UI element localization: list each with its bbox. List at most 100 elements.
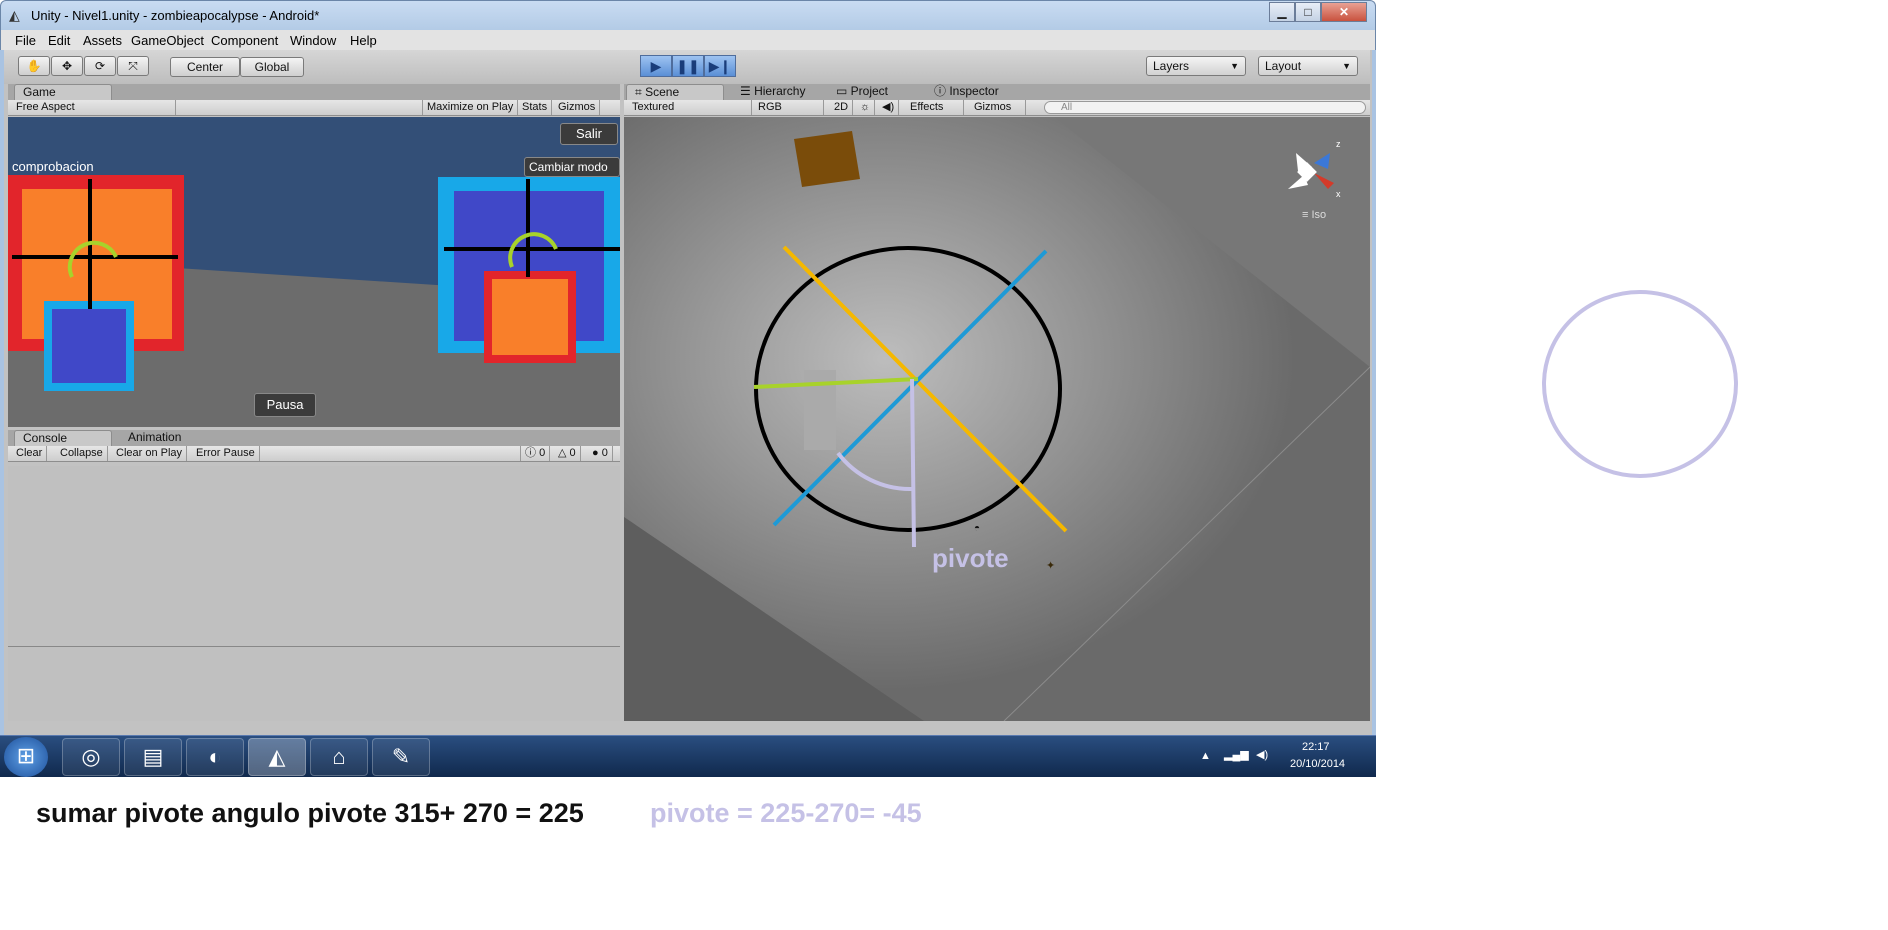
start-button[interactable]: ⊞ <box>4 737 48 777</box>
explorer-icon[interactable]: ▤ <box>124 738 182 776</box>
close-button[interactable]: ✕ <box>1321 2 1367 22</box>
console-log-area[interactable] <box>8 466 620 721</box>
scene-subbar: Textured RGB 2D ☼ ◀) Effects Gizmos All <box>624 100 1370 116</box>
window-titlebar: ◭ Unity - Nivel1.unity - zombieapocalyps… <box>0 0 1376 30</box>
warn-count[interactable]: △ 0 <box>554 446 581 461</box>
tab-project[interactable]: ▭ Project <box>828 84 918 100</box>
volume-icon[interactable]: ◀) <box>1256 748 1268 761</box>
eclipse-icon[interactable]: ◐ <box>186 738 244 776</box>
chevron-down-icon: ▼ <box>1230 61 1239 71</box>
chevron-down-icon: ▼ <box>1342 61 1351 71</box>
show-hidden-icons[interactable]: ▲ <box>1200 750 1211 762</box>
effects-dropdown[interactable]: Effects <box>906 100 964 115</box>
collapse-button[interactable]: Collapse <box>56 446 108 461</box>
scene-brown-cube <box>794 131 860 187</box>
warn-count-value: 0 <box>569 447 576 459</box>
unity-app-icon: ◭ <box>9 7 20 23</box>
maximize-on-play-toggle[interactable]: Maximize on Play <box>422 100 519 115</box>
comprobacion-label: comprobacion <box>12 159 94 174</box>
minimize-button[interactable]: ▁ <box>1269 2 1295 22</box>
iso-label: ≡ Iso <box>1302 209 1327 221</box>
menu-gameobject[interactable]: GameObject <box>131 33 204 48</box>
chrome-icon[interactable]: ◎ <box>62 738 120 776</box>
cambiar-modo-button[interactable]: Cambiar modo <box>524 157 620 177</box>
screenshot-canvas: ◭ Unity - Nivel1.unity - zombieapocalyps… <box>0 0 1888 930</box>
console-subbar: Clear Collapse Clear on Play Error Pause… <box>8 446 620 462</box>
network-icon[interactable]: ▂▄▆ <box>1224 748 1249 761</box>
tab-game[interactable]: Game <box>14 84 112 100</box>
windows-taskbar: ⊞ ◎ ▤ ◐ ◭ ⌂ ✎ ▲ ▂▄▆ ◀) 22:17 20/10/2014 <box>0 735 1376 777</box>
layout-dropdown[interactable]: Layout ▼ <box>1258 56 1358 76</box>
error-count[interactable]: ● 0 <box>588 446 613 461</box>
clear-button[interactable]: Clear <box>12 446 48 461</box>
error-pause-toggle[interactable]: Error Pause <box>192 446 260 461</box>
lighting-icon[interactable]: ☼ <box>856 100 876 115</box>
pivot-center-toggle[interactable]: Center <box>170 57 240 77</box>
rotate-icon[interactable]: ⟳ <box>84 56 116 76</box>
paint-icon[interactable]: ✎ <box>372 738 430 776</box>
scene-gizmos-dropdown[interactable]: Gizmos <box>970 100 1026 115</box>
maximize-button[interactable]: □ <box>1295 2 1321 22</box>
salir-button[interactable]: Salir <box>560 123 618 145</box>
unity-taskbar-icon[interactable]: ◭ <box>248 738 306 776</box>
animation-tab-label: Animation <box>128 430 182 444</box>
clock-date[interactable]: 20/10/2014 <box>1290 758 1345 770</box>
audio-icon[interactable]: ◀) <box>878 100 900 115</box>
pause-button[interactable]: ❚❚ <box>672 55 704 77</box>
gizmos-toggle[interactable]: Gizmos <box>554 100 601 115</box>
layers-dropdown[interactable]: Layers ▼ <box>1146 56 1246 76</box>
stats-toggle[interactable]: Stats <box>518 100 553 115</box>
hierarchy-tab-label: Hierarchy <box>754 84 806 98</box>
mode-2d-toggle[interactable]: 2D <box>830 100 854 115</box>
scene-tab-label: Scene <box>645 85 680 99</box>
iso-text: Iso <box>1311 209 1327 221</box>
menu-bar: File Edit Assets GameObject Component Wi… <box>0 30 1376 50</box>
main-toolbar: ✋ ✥ ⟳ ⤧ Center Global ▶ ❚❚ ▶❙ Layers ▼ La… <box>4 50 1370 84</box>
play-button[interactable]: ▶ <box>640 55 672 77</box>
step-button[interactable]: ▶❙ <box>704 55 736 77</box>
tab-console[interactable]: Console <box>14 430 112 446</box>
menu-help[interactable]: Help <box>350 33 377 48</box>
layers-label: Layers <box>1153 59 1190 73</box>
render-mode-dropdown[interactable]: Textured <box>628 100 752 115</box>
game-tab-label: Game <box>23 85 56 99</box>
aspect-dropdown[interactable]: Free Aspect <box>12 100 176 115</box>
scene-search-input[interactable]: All <box>1044 101 1366 114</box>
menu-component[interactable]: Component <box>211 33 278 48</box>
scene-render: z x ◓ ✦ <box>624 117 1370 721</box>
menu-file[interactable]: File <box>15 33 36 48</box>
tab-scene[interactable]: ⌗ Scene <box>626 84 724 100</box>
tab-animation[interactable]: Animation <box>120 430 218 446</box>
scene-view[interactable]: z x ◓ ✦ ≡ Iso pivote <box>624 117 1370 721</box>
game-view[interactable]: comprobacion Salir Cambiar modo Pausa <box>8 117 620 427</box>
menu-edit[interactable]: Edit <box>48 33 70 48</box>
pausa-button[interactable]: Pausa <box>254 393 316 417</box>
console-divider <box>8 646 620 647</box>
annotation-right: pivote = 225-270= -45 <box>650 798 922 828</box>
scene-tabstrip: ⌗ Scene ☰ Hierarchy ▭ Project ⓘ Inspecto… <box>624 84 1370 100</box>
gizmo-x-label: x <box>1336 189 1341 199</box>
menu-window[interactable]: Window <box>290 33 336 48</box>
pivote-label: pivote <box>932 543 1009 573</box>
error-count-value: 0 <box>601 447 608 459</box>
scale-icon[interactable]: ⤧ <box>117 56 149 76</box>
game-tabstrip: Game <box>8 84 620 100</box>
center-label: Center <box>186 60 224 74</box>
pivot-global-toggle[interactable]: Global <box>240 57 304 77</box>
info-count-value: 0 <box>539 447 546 459</box>
tab-hierarchy[interactable]: ☰ Hierarchy <box>732 84 832 100</box>
gizmo-z-label: z <box>1336 139 1341 149</box>
move-icon[interactable]: ✥ <box>51 56 83 76</box>
right-orange-square <box>492 279 568 355</box>
clock-time[interactable]: 22:17 <box>1302 741 1330 753</box>
info-count[interactable]: ⓘ 0 <box>520 446 551 461</box>
color-mode-dropdown[interactable]: RGB <box>754 100 824 115</box>
clear-on-play-toggle[interactable]: Clear on Play <box>112 446 188 461</box>
hand-icon[interactable]: ✋ <box>18 56 50 76</box>
search-placeholder: All <box>1061 102 1073 113</box>
game-subbar: Free Aspect Maximize on Play Stats Gizmo… <box>8 100 620 116</box>
remote-desktop-icon[interactable]: ⌂ <box>310 738 368 776</box>
scene-audio-icon: ✦ <box>1046 560 1055 572</box>
menu-assets[interactable]: Assets <box>83 33 122 48</box>
tab-inspector[interactable]: ⓘ Inspector <box>926 84 1026 100</box>
